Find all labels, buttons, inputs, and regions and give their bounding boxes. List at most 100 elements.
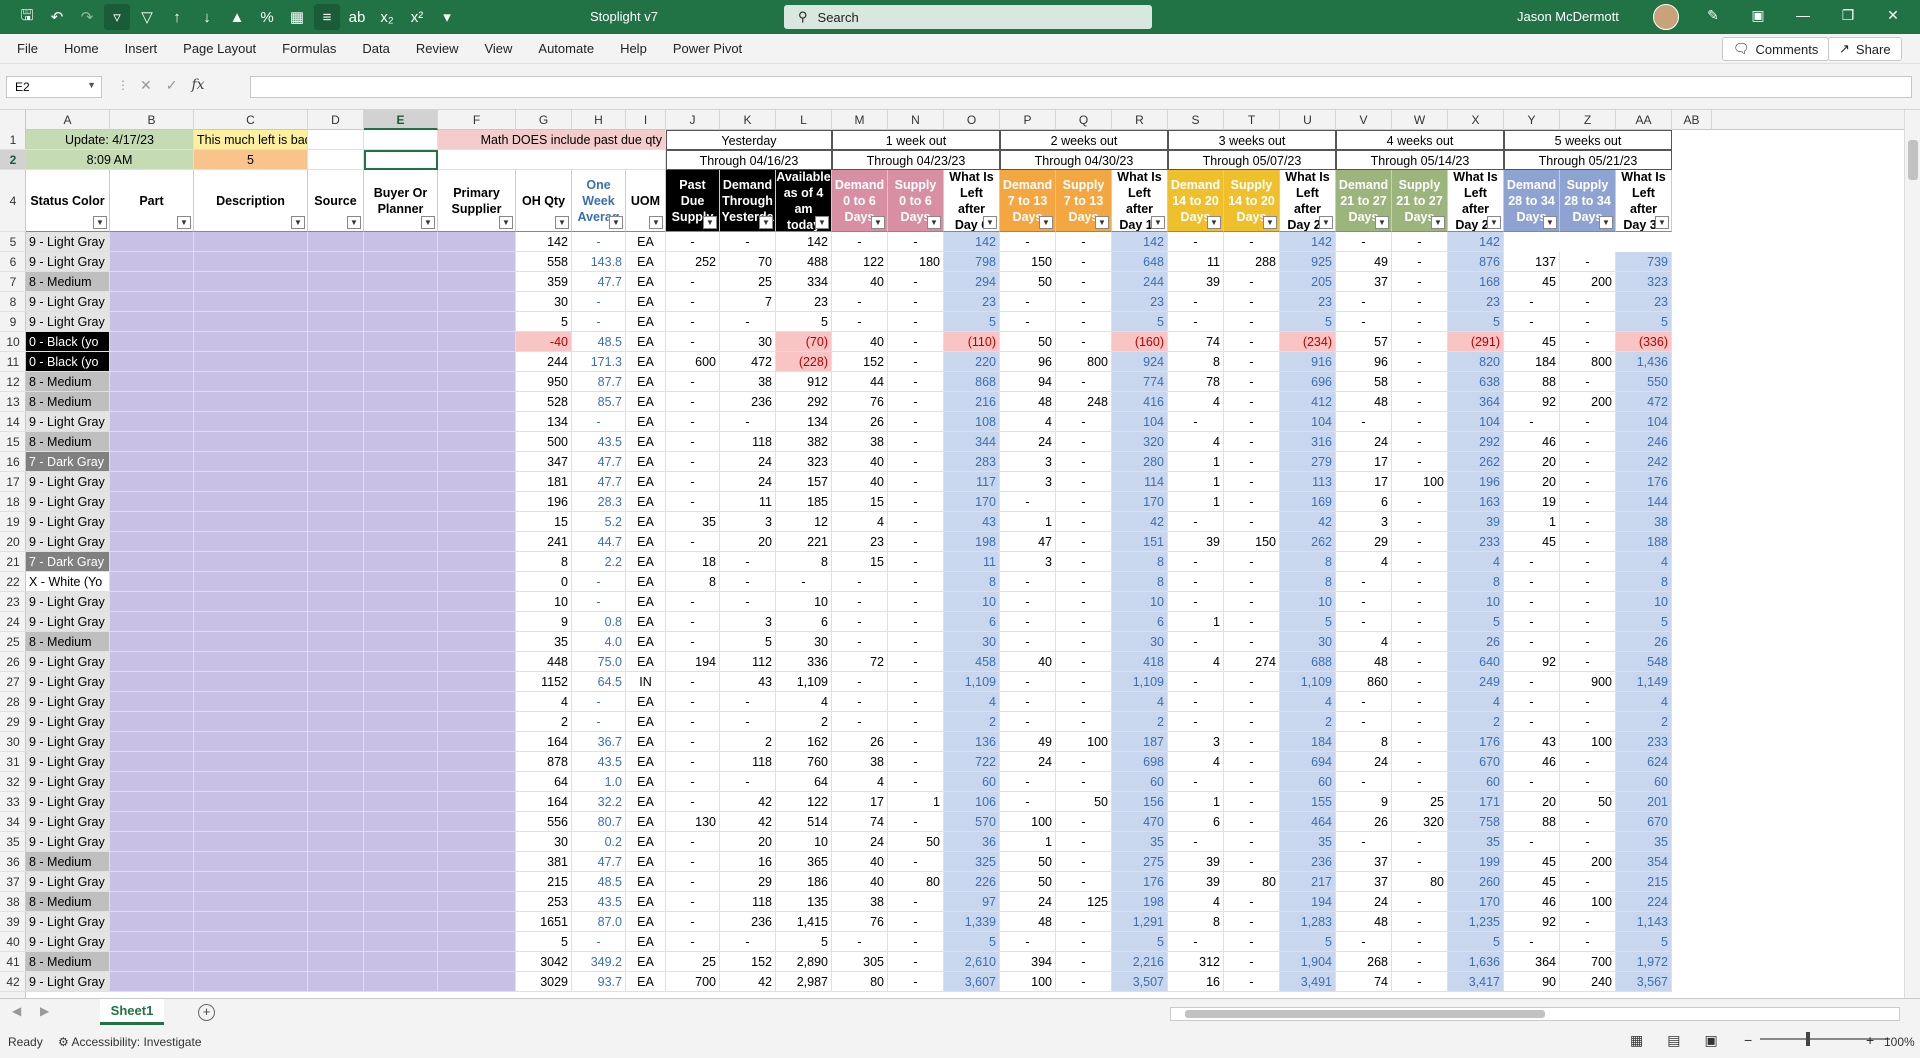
value-cell[interactable]: 88	[1504, 812, 1560, 832]
share-button[interactable]: ↗ Share	[1828, 37, 1902, 61]
status-color-cell[interactable]: 9 - Light Gray	[26, 812, 110, 832]
value-cell[interactable]: -	[1000, 232, 1056, 252]
value-cell[interactable]: -	[888, 312, 944, 332]
value-cell[interactable]: -	[1392, 732, 1448, 752]
value-cell[interactable]: 10	[1280, 592, 1336, 612]
value-cell[interactable]: -	[888, 512, 944, 532]
value-cell[interactable]: -	[1336, 832, 1392, 852]
value-cell[interactable]: EA	[626, 692, 666, 712]
value-cell[interactable]: -	[1000, 572, 1056, 592]
value-cell[interactable]: -	[1336, 572, 1392, 592]
value-cell[interactable]: 25	[1392, 792, 1448, 812]
masked-cell[interactable]	[438, 632, 516, 652]
value-cell[interactable]: -	[1000, 792, 1056, 812]
column-title-18[interactable]: Demand 14 to 20 Days ▼	[1168, 170, 1224, 232]
value-cell[interactable]: -	[666, 632, 720, 652]
status-color-cell[interactable]: 8 - Medium	[26, 432, 110, 452]
value-cell[interactable]: 30	[1112, 632, 1168, 652]
value-cell[interactable]: -	[1000, 672, 1056, 692]
value-cell[interactable]: 35	[1448, 832, 1504, 852]
masked-cell[interactable]	[308, 712, 364, 732]
value-cell[interactable]: 3,567	[1616, 972, 1672, 992]
value-cell[interactable]: 3	[1336, 512, 1392, 532]
value-cell[interactable]: -	[666, 372, 720, 392]
value-cell[interactable]: 50	[888, 832, 944, 852]
value-cell[interactable]: 135	[776, 892, 832, 912]
value-cell[interactable]: 220	[944, 352, 1000, 372]
value-cell[interactable]: 60	[1112, 772, 1168, 792]
horizontal-scroll-thumb[interactable]	[1185, 1010, 1545, 1018]
value-cell[interactable]: 233	[1448, 532, 1504, 552]
value-cell[interactable]: -	[1392, 632, 1448, 652]
masked-cell[interactable]	[438, 872, 516, 892]
value-cell[interactable]: -	[1392, 232, 1448, 252]
value-cell[interactable]: 42	[720, 812, 776, 832]
masked-cell[interactable]	[194, 532, 308, 552]
insert-function-icon[interactable]: fx	[191, 77, 204, 94]
row-header-27[interactable]: 27	[0, 672, 26, 692]
value-cell[interactable]: -	[1224, 392, 1280, 412]
value-cell[interactable]: -	[1056, 632, 1112, 652]
value-cell[interactable]: 2	[1616, 712, 1672, 732]
value-cell[interactable]: -	[572, 592, 626, 612]
filter-dropdown-icon[interactable]: ▼	[1487, 216, 1501, 229]
value-cell[interactable]: 23	[1112, 292, 1168, 312]
value-cell[interactable]: 171	[1448, 792, 1504, 812]
column-title-17[interactable]: What Is Left after Day 13 ▼	[1112, 170, 1168, 232]
masked-cell[interactable]	[364, 392, 438, 412]
update-date-cell[interactable]: Update: 4/17/23	[26, 130, 194, 150]
value-cell[interactable]: -	[1336, 932, 1392, 952]
value-cell[interactable]: 23	[1448, 292, 1504, 312]
value-cell[interactable]: -	[1224, 612, 1280, 632]
value-cell[interactable]: -	[1392, 532, 1448, 552]
value-cell[interactable]: -	[720, 932, 776, 952]
value-cell[interactable]: -	[1392, 832, 1448, 852]
status-color-cell[interactable]: 9 - Light Gray	[26, 532, 110, 552]
value-cell[interactable]: -	[1224, 812, 1280, 832]
value-cell[interactable]: 2,610	[944, 952, 1000, 972]
masked-cell[interactable]	[364, 292, 438, 312]
value-cell[interactable]: 104	[1112, 412, 1168, 432]
value-cell[interactable]: -	[1224, 912, 1280, 932]
masked-cell[interactable]	[438, 652, 516, 672]
value-cell[interactable]: 30	[516, 832, 572, 852]
status-color-cell[interactable]: 8 - Medium	[26, 372, 110, 392]
value-cell[interactable]: 113	[1280, 472, 1336, 492]
value-cell[interactable]: 1,109	[1112, 672, 1168, 692]
value-cell[interactable]: -	[1224, 432, 1280, 452]
value-cell[interactable]: 1,143	[1616, 912, 1672, 932]
value-cell[interactable]: -	[666, 412, 720, 432]
value-cell[interactable]: -	[888, 552, 944, 572]
value-cell[interactable]: 26	[1448, 632, 1504, 652]
row-header-28[interactable]: 28	[0, 692, 26, 712]
status-color-cell[interactable]: 9 - Light Gray	[26, 492, 110, 512]
masked-cell[interactable]	[194, 272, 308, 292]
masked-cell[interactable]	[308, 772, 364, 792]
value-cell[interactable]: -	[1392, 852, 1448, 872]
value-cell[interactable]: -	[1504, 632, 1560, 652]
masked-cell[interactable]	[364, 752, 438, 772]
value-cell[interactable]: 36.7	[572, 732, 626, 752]
value-cell[interactable]: 1,339	[944, 912, 1000, 932]
value-cell[interactable]: -	[572, 932, 626, 952]
value-cell[interactable]: 215	[1616, 872, 1672, 892]
masked-cell[interactable]	[364, 672, 438, 692]
align-icon[interactable]: ≡	[314, 4, 340, 30]
value-cell[interactable]: 136	[944, 732, 1000, 752]
value-cell[interactable]: 170	[944, 492, 1000, 512]
value-cell[interactable]: 94	[1000, 372, 1056, 392]
value-cell[interactable]: 344	[944, 432, 1000, 452]
value-cell[interactable]: -	[666, 472, 720, 492]
status-color-cell[interactable]: 9 - Light Gray	[26, 612, 110, 632]
value-cell[interactable]: 670	[1448, 752, 1504, 772]
filter-dropdown-icon[interactable]: ▼	[499, 216, 513, 229]
filter-dropdown-icon[interactable]: ▼	[649, 216, 663, 229]
value-cell[interactable]: 224	[1616, 892, 1672, 912]
masked-cell[interactable]	[364, 412, 438, 432]
value-cell[interactable]: EA	[626, 632, 666, 652]
value-cell[interactable]: 925	[1280, 252, 1336, 272]
value-cell[interactable]: EA	[626, 292, 666, 312]
value-cell[interactable]: 8	[1280, 572, 1336, 592]
value-cell[interactable]: 100	[1392, 472, 1448, 492]
value-cell[interactable]: 23	[776, 292, 832, 312]
